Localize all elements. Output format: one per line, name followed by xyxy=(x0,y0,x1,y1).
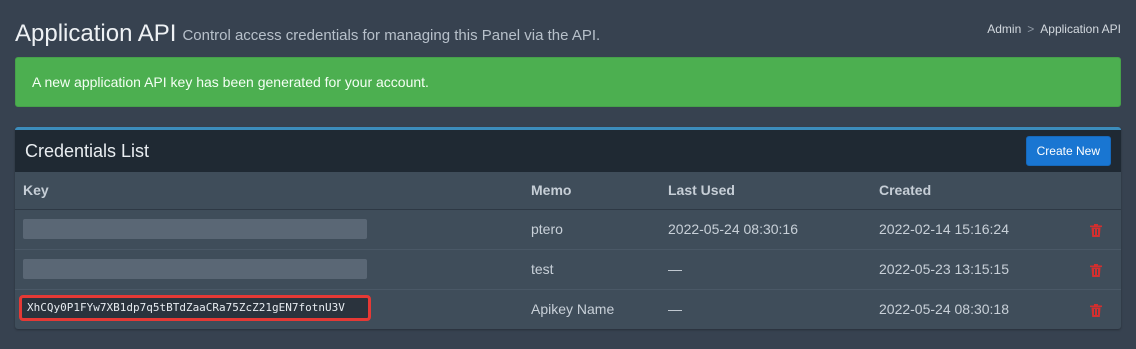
table-row: ptero 2022-05-24 08:30:16 2022-02-14 15:… xyxy=(15,209,1121,249)
trash-icon[interactable] xyxy=(1090,223,1102,237)
credentials-table: Key Memo Last Used Created ptero 2022-05… xyxy=(15,172,1121,329)
actions-cell xyxy=(1071,289,1121,329)
trash-icon[interactable] xyxy=(1090,304,1102,318)
redacted-key xyxy=(23,219,367,239)
page-header: Application API Control access credentia… xyxy=(15,14,1121,48)
column-header-actions xyxy=(1071,172,1121,210)
breadcrumb-separator: > xyxy=(1027,22,1035,36)
column-header-key: Key xyxy=(15,172,523,210)
memo-cell: Apikey Name xyxy=(531,301,615,318)
table-row: XhCQy0P1FYw7XB1dp7q5tBTdZaaCRa75ZcZ21gEN… xyxy=(15,289,1121,329)
success-alert: A new application API key has been gener… xyxy=(15,57,1121,107)
key-cell xyxy=(15,209,523,249)
trash-icon[interactable] xyxy=(1090,263,1102,277)
memo-cell: test xyxy=(531,261,554,277)
breadcrumb: Admin > Application API xyxy=(987,22,1121,36)
last-used-cell: — xyxy=(668,261,682,277)
last-used-cell: — xyxy=(668,301,682,318)
actions-cell xyxy=(1071,209,1121,249)
box-title: Credentials List xyxy=(25,140,150,161)
page-subtitle: Control access credentials for managing … xyxy=(182,27,601,44)
column-header-created: Created xyxy=(871,172,1071,210)
created-cell: 2022-05-24 08:30:18 xyxy=(879,301,1009,318)
redacted-key xyxy=(23,259,367,279)
alert-message: A new application API key has been gener… xyxy=(32,74,429,90)
key-cell xyxy=(15,249,523,289)
memo-cell: ptero xyxy=(531,221,563,237)
page-title: Application API xyxy=(15,20,177,47)
actions-cell xyxy=(1071,249,1121,289)
box-header: Credentials List Create New xyxy=(15,130,1121,172)
column-header-memo: Memo xyxy=(523,172,660,210)
key-cell: XhCQy0P1FYw7XB1dp7q5tBTdZaaCRa75ZcZ21gEN… xyxy=(15,289,523,329)
api-key-value[interactable]: XhCQy0P1FYw7XB1dp7q5tBTdZaaCRa75ZcZ21gEN… xyxy=(19,294,371,321)
column-header-last-used: Last Used xyxy=(660,172,871,210)
credentials-box: Credentials List Create New Key Memo Las… xyxy=(15,127,1121,329)
last-used-cell: 2022-05-24 08:30:16 xyxy=(668,221,798,237)
table-row: test — 2022-05-23 13:15:15 xyxy=(15,249,1121,289)
breadcrumb-item-application-api: Application API xyxy=(1040,22,1121,36)
breadcrumb-item-admin[interactable]: Admin xyxy=(987,22,1021,36)
table-header-row: Key Memo Last Used Created xyxy=(15,172,1121,210)
created-cell: 2022-05-23 13:15:15 xyxy=(879,261,1009,277)
create-new-button[interactable]: Create New xyxy=(1025,136,1111,166)
created-cell: 2022-02-14 15:16:24 xyxy=(879,221,1009,237)
